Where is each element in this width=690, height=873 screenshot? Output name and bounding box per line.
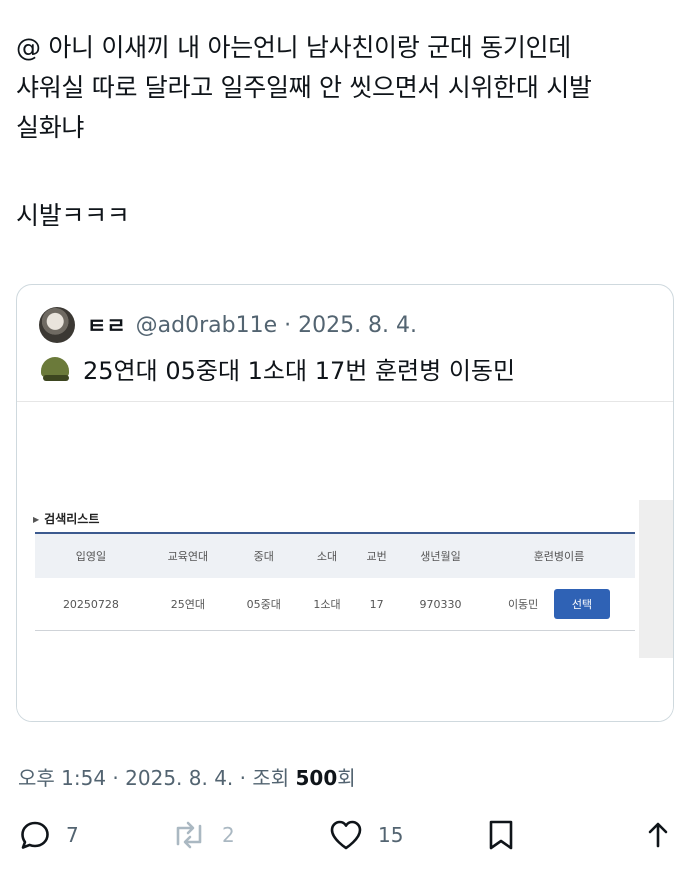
table-header: 소대: [316, 550, 338, 563]
retweet-icon: [176, 821, 202, 849]
quoted-author-name[interactable]: ㅌㄹ: [87, 310, 126, 340]
table-header: 교육연대: [167, 550, 209, 563]
like-count: 15: [378, 823, 404, 847]
retweet-count: 2: [222, 823, 235, 847]
post-line-3: 실화냐: [16, 113, 85, 142]
table-row: 20250728 25연대 05중대 1소대 17 970330 이동민 선택: [35, 578, 635, 631]
quoted-post-text: 25연대 05중대 1소대 17번 훈련병 이동민: [39, 351, 515, 386]
table-cell: 17: [355, 578, 399, 631]
quoted-post-header: ㅌㄹ @ad0rab11e · 2025. 8. 4.: [39, 307, 417, 343]
view-count: 500: [295, 766, 338, 790]
share-icon: [648, 822, 668, 848]
table-header-row: 입영일 교육연대 중대 소대 교번 생년월일 훈련병이름: [35, 533, 635, 578]
reply-button[interactable]: 7: [18, 818, 79, 852]
reply-count: 7: [66, 823, 79, 847]
post-line-4: 시발ㅋㅋㅋ: [16, 201, 130, 230]
share-button[interactable]: [644, 818, 672, 852]
post-timestamp[interactable]: 오후 1:54 · 2025. 8. 4. · 조회: [18, 766, 296, 790]
table-header: 교번: [366, 550, 387, 563]
view-suffix: 회: [337, 766, 356, 790]
reply-icon: [21, 821, 49, 849]
post-line-1: @ 아니 이새끼 내 아는언니 남사친이랑 군대 동기인데: [16, 33, 571, 62]
post-text: @ 아니 이새끼 내 아는언니 남사친이랑 군대 동기인데 샤워실 따로 달라고…: [16, 28, 676, 236]
table-header: 생년월일: [420, 550, 461, 563]
quoted-image[interactable]: ▶ 검색리스트 입영일 교육연대 중대 소대 교번 생년월일 훈련병이름 2025…: [17, 401, 673, 721]
table-cell: 20250728: [35, 578, 147, 631]
action-bar: 7 2 15: [0, 818, 690, 862]
table-cell: 1소대: [298, 578, 356, 631]
table-cell: 25연대: [146, 578, 229, 631]
table-cell: 05중대: [228, 578, 299, 631]
heart-icon: [330, 820, 362, 850]
retweet-button[interactable]: 2: [170, 818, 235, 852]
trainee-name: 이동민: [507, 598, 539, 611]
post-line-2: 샤워실 따로 달라고 일주일째 안 씻으면서 시위한대 시발: [16, 73, 592, 102]
search-result-table: 입영일 교육연대 중대 소대 교번 생년월일 훈련병이름 20250728 25…: [35, 532, 635, 631]
avatar[interactable]: [39, 307, 75, 343]
bookmark-icon: [489, 820, 513, 850]
post-meta: 오후 1:54 · 2025. 8. 4. · 조회 500회: [18, 762, 356, 791]
quoted-author-handle-date: @ad0rab11e · 2025. 8. 4.: [135, 312, 418, 338]
table-header: 훈련병이름: [533, 550, 585, 563]
table-header: 입영일: [75, 550, 107, 563]
table-cell-name: 이동민 선택: [483, 578, 635, 631]
quoted-text: 25연대 05중대 1소대 17번 훈련병 이동민: [83, 357, 516, 385]
search-list-title: ▶ 검색리스트: [33, 512, 100, 526]
select-button[interactable]: 선택: [553, 589, 611, 619]
military-helmet-icon: [39, 355, 73, 383]
table-cell: 970330: [398, 578, 483, 631]
bookmark-button[interactable]: [486, 818, 516, 852]
like-button[interactable]: 15: [328, 818, 403, 852]
table-header: 중대: [253, 550, 274, 563]
quoted-post[interactable]: ㅌㄹ @ad0rab11e · 2025. 8. 4. 25연대 05중대 1소…: [16, 284, 674, 722]
image-shade: [639, 500, 673, 658]
triangle-right-icon: ▶: [33, 515, 40, 524]
